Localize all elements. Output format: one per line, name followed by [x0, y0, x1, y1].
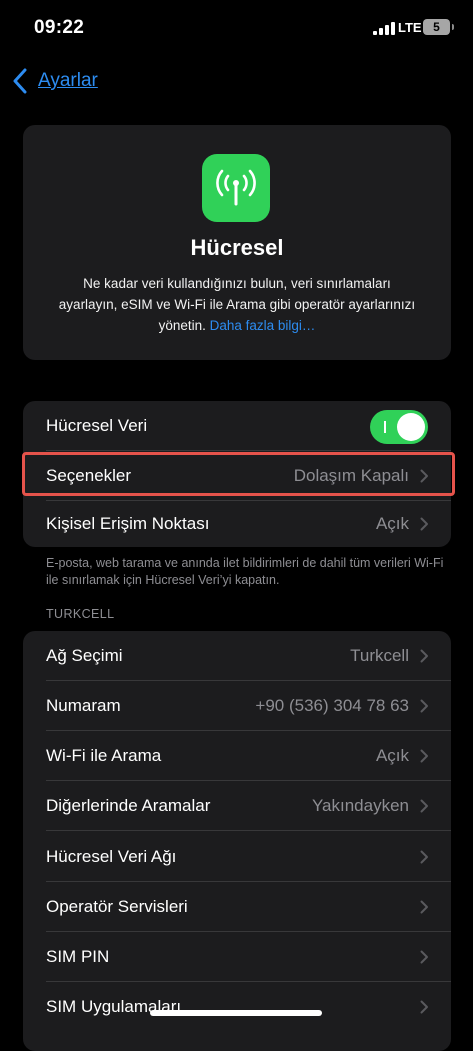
cellular-data-row: Hücresel Veri [23, 401, 451, 451]
status-time: 09:22 [34, 17, 85, 38]
carrier-services-row[interactable]: Operatör Servisleri [23, 882, 451, 932]
back-button[interactable]: Ayarlar [12, 66, 98, 96]
battery-level: 5 [433, 20, 440, 34]
cellular-signal-icon [373, 22, 395, 35]
chevron-right-icon [420, 749, 428, 763]
row-value: Yakındayken [311, 796, 409, 815]
learn-more-link[interactable]: Daha fazla bilgi… [210, 318, 316, 333]
personal-hotspot-row[interactable]: Kişisel Erişim Noktası Açık [23, 499, 451, 549]
sim-pin-row[interactable]: SIM PIN [23, 932, 451, 982]
battery-icon: 5 [423, 19, 454, 35]
page-title: Hücresel [190, 235, 284, 260]
row-label: Diğerlerinde Aramalar [46, 796, 211, 815]
hero-description: Ne kadar veri kullandığınızı bulun, veri… [53, 273, 421, 336]
carrier-group: Ağ Seçimi Turkcell Numaram +90 (536) 304… [23, 631, 451, 1051]
row-label: Operatör Servisleri [46, 897, 188, 916]
row-label: Ağ Seçimi [46, 646, 123, 665]
status-bar: 09:22 LTE 5 [0, 0, 473, 56]
my-number-row[interactable]: Numaram +90 (536) 304 78 63 [23, 681, 451, 731]
divider [46, 830, 451, 831]
options-highlight-box [22, 452, 455, 496]
row-label: SIM Uygulamaları [46, 997, 182, 1016]
sim-applications-row[interactable]: SIM Uygulamaları [23, 982, 451, 1032]
toggle-knob [397, 413, 425, 441]
chevron-right-icon [420, 517, 428, 531]
network-selection-row[interactable]: Ağ Seçimi Turkcell [23, 631, 451, 681]
row-value: Turkcell [350, 646, 409, 665]
chevron-right-icon [420, 1000, 428, 1014]
calls-on-other-devices-row[interactable]: Diğerlerinde Aramalar Yakındayken [23, 781, 451, 831]
carrier-section-header: TURKCELL [46, 607, 115, 621]
row-value: Açık [375, 514, 409, 533]
chevron-left-icon [13, 68, 27, 94]
chevron-right-icon [420, 699, 428, 713]
chevron-right-icon [420, 950, 428, 964]
antenna-icon [202, 154, 270, 222]
row-label: SIM PIN [46, 947, 110, 966]
row-value: Açık [375, 746, 409, 765]
chevron-right-icon [420, 900, 428, 914]
chevron-right-icon [420, 649, 428, 663]
cellular-info-card: Hücresel Ne kadar veri kullandığınızı bu… [23, 125, 451, 360]
row-label: Numaram [46, 696, 121, 715]
cellular-data-footnote: E-posta, web tarama ve anında ilet bildi… [46, 556, 444, 587]
network-type: LTE [398, 20, 422, 35]
row-label: Kişisel Erişim Noktası [46, 514, 210, 533]
row-label: Hücresel Veri Ağı [46, 847, 177, 866]
cellular-data-toggle[interactable] [370, 410, 428, 444]
row-label: Wi-Fi ile Arama [46, 746, 162, 765]
row-label: Hücresel Veri [46, 416, 148, 435]
home-indicator[interactable] [150, 1010, 322, 1016]
wifi-calling-row[interactable]: Wi-Fi ile Arama Açık [23, 731, 451, 781]
toggle-on-mark [384, 421, 386, 433]
back-label: Ayarlar [38, 70, 98, 91]
chevron-right-icon [420, 850, 428, 864]
cellular-data-network-row[interactable]: Hücresel Veri Ağı [23, 832, 451, 882]
row-value: +90 (536) 304 78 63 [255, 696, 409, 715]
chevron-right-icon [420, 799, 428, 813]
